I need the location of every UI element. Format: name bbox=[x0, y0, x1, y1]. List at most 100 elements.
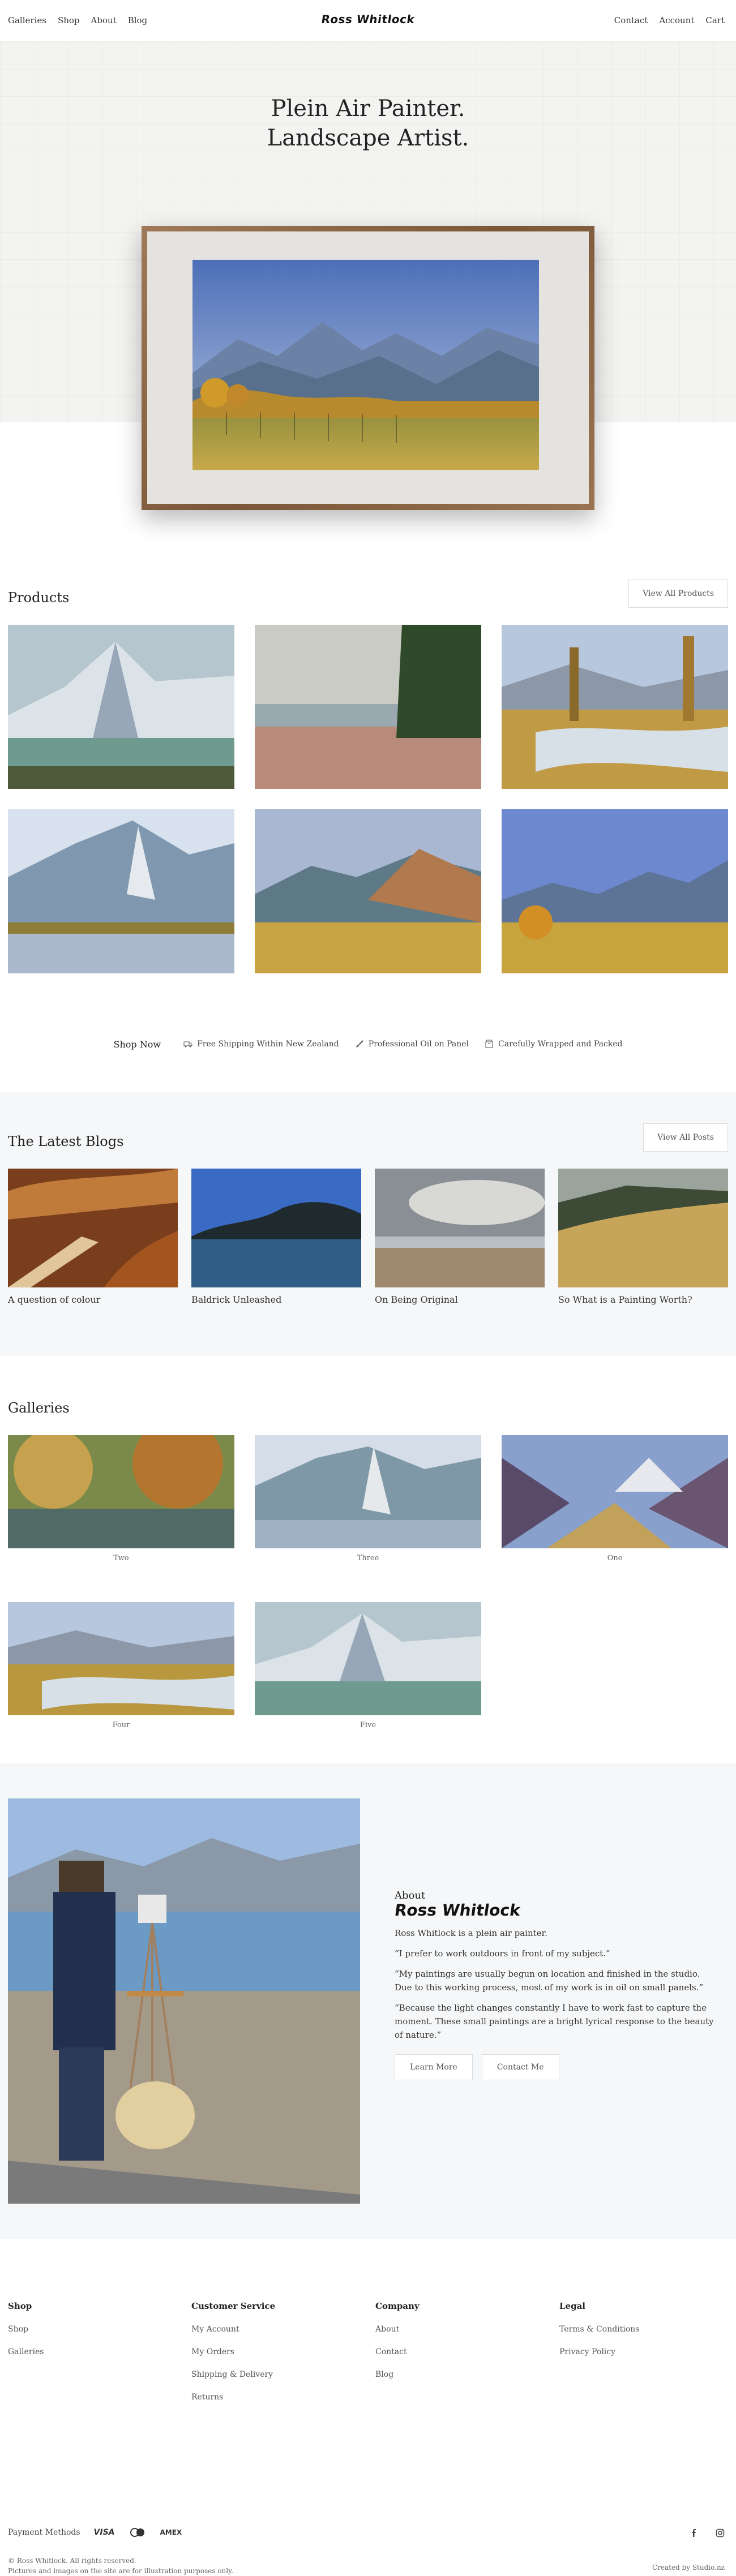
blog-card[interactable]: So What is a Painting Worth? bbox=[558, 1169, 728, 1305]
footer-link[interactable]: Terms & Conditions bbox=[559, 2325, 639, 2334]
footer-col-legal: Legal Terms & Conditions Privacy Policy bbox=[559, 2301, 639, 2370]
footer-link[interactable]: About bbox=[375, 2325, 420, 2334]
framed-painting bbox=[142, 226, 594, 510]
about-paragraph: “My paintings are usually begun on locat… bbox=[395, 1969, 704, 1993]
gallery-grid: Two Three One Four Five bbox=[8, 1435, 728, 1729]
product-grid bbox=[8, 625, 728, 973]
amex-icon: AMEX bbox=[160, 2528, 182, 2536]
footer-link[interactable]: Shipping & Delivery bbox=[191, 2370, 275, 2379]
view-all-products-button[interactable]: View All Products bbox=[628, 579, 728, 608]
shop-features-bar: Shop Now Free Shipping Within New Zealan… bbox=[0, 1013, 736, 1075]
payment-methods-label: Payment Methods bbox=[8, 2528, 80, 2537]
payment-methods: Payment Methods VISA AMEX bbox=[8, 2527, 182, 2538]
shop-now-link[interactable]: Shop Now bbox=[114, 1039, 161, 1050]
product-card[interactable] bbox=[502, 809, 728, 973]
gallery-card[interactable]: Five bbox=[255, 1602, 481, 1729]
gallery-card[interactable]: Three bbox=[255, 1435, 481, 1562]
footer-link[interactable]: Privacy Policy bbox=[559, 2347, 639, 2356]
hero-painting bbox=[192, 260, 539, 470]
footer-col-company: Company About Contact Blog bbox=[375, 2301, 420, 2393]
galleries-header: Galleries bbox=[8, 1390, 728, 1424]
site-header: Galleries Shop About Blog Ross Whitlock … bbox=[0, 0, 736, 42]
gallery-card[interactable]: Four bbox=[8, 1602, 234, 1729]
nav-about[interactable]: About bbox=[91, 15, 117, 25]
primary-nav: Galleries Shop About Blog bbox=[8, 15, 147, 25]
product-card[interactable] bbox=[255, 625, 481, 789]
brush-icon bbox=[356, 1040, 363, 1047]
gallery-image bbox=[255, 1435, 481, 1548]
product-card[interactable] bbox=[8, 625, 234, 789]
facebook-icon[interactable] bbox=[690, 2528, 699, 2538]
about-paragraph: “I prefer to work outdoors in front of m… bbox=[395, 1948, 610, 1959]
view-all-posts-button[interactable]: View All Posts bbox=[643, 1123, 728, 1152]
blog-card[interactable]: On Being Original bbox=[375, 1169, 545, 1305]
blogs-header: The Latest Blogs View All Posts bbox=[8, 1123, 728, 1157]
nav-account[interactable]: Account bbox=[659, 15, 694, 25]
painting-mat bbox=[147, 231, 589, 504]
nav-shop[interactable]: Shop bbox=[58, 15, 80, 25]
footer-link[interactable]: Contact bbox=[375, 2347, 420, 2356]
about-content: About Ross Whitlock Ross Whitlock is a p… bbox=[393, 1889, 714, 2080]
social-links bbox=[690, 2528, 725, 2538]
gallery-image bbox=[502, 1435, 728, 1548]
blog-image bbox=[558, 1169, 728, 1287]
footer-link[interactable]: Shop bbox=[8, 2325, 44, 2334]
footer-link[interactable]: My Orders bbox=[191, 2347, 275, 2356]
nav-blog[interactable]: Blog bbox=[128, 15, 147, 25]
feature-packing-label: Carefully Wrapped and Packed bbox=[498, 1040, 623, 1049]
site-footer: Shop Shop Galleries Customer Service My … bbox=[0, 2239, 736, 2575]
gallery-label: Four bbox=[112, 1721, 130, 1729]
gallery-label: Five bbox=[360, 1721, 376, 1729]
products-header: Products View All Products bbox=[8, 579, 728, 613]
blog-grid: A question of colour Baldrick Unleashed … bbox=[8, 1169, 728, 1305]
gallery-image bbox=[255, 1602, 481, 1715]
site-logo[interactable]: Ross Whitlock bbox=[320, 12, 416, 26]
hero-title-line1: Plein Air Painter. bbox=[271, 96, 465, 122]
blog-title: Baldrick Unleashed bbox=[191, 1294, 282, 1305]
products-title: Products bbox=[8, 590, 70, 606]
about-actions: Learn More Contact Me bbox=[395, 2054, 714, 2080]
blog-image bbox=[191, 1169, 361, 1287]
footer-heading: Customer Service bbox=[191, 2301, 276, 2311]
product-card[interactable] bbox=[502, 625, 728, 789]
footer-link[interactable]: My Account bbox=[191, 2325, 275, 2334]
copyright-line: © Ross Whitlock. All rights reserved. bbox=[8, 2557, 136, 2565]
galleries-title: Galleries bbox=[8, 1400, 70, 1416]
products-section: Products View All Products bbox=[0, 579, 736, 973]
artist-photo bbox=[8, 1798, 360, 2204]
product-card[interactable] bbox=[8, 809, 234, 973]
footer-link[interactable]: Blog bbox=[375, 2370, 420, 2379]
feature-oil-panel-label: Professional Oil on Panel bbox=[368, 1040, 469, 1049]
gallery-label: Two bbox=[113, 1554, 129, 1562]
footer-link[interactable]: Galleries bbox=[8, 2347, 44, 2356]
feature-packing: Carefully Wrapped and Packed bbox=[485, 1040, 623, 1049]
footer-heading: Company bbox=[375, 2301, 420, 2311]
about-paragraph: “Because the light changes constantly I … bbox=[395, 2003, 714, 2040]
learn-more-button[interactable]: Learn More bbox=[395, 2054, 473, 2080]
instagram-icon[interactable] bbox=[716, 2528, 725, 2538]
contact-me-button[interactable]: Contact Me bbox=[481, 2054, 559, 2080]
blog-card[interactable]: Baldrick Unleashed bbox=[191, 1169, 361, 1305]
blog-title: A question of colour bbox=[8, 1294, 101, 1305]
visa-icon: VISA bbox=[93, 2528, 115, 2537]
blogs-title: The Latest Blogs bbox=[8, 1134, 124, 1149]
footer-heading: Shop bbox=[8, 2301, 32, 2311]
gallery-image bbox=[8, 1435, 234, 1548]
created-by-link[interactable]: Created by Studio.nz bbox=[652, 2564, 725, 2571]
gallery-card[interactable]: Two bbox=[8, 1435, 234, 1562]
nav-cart[interactable]: Cart bbox=[705, 15, 725, 25]
about-section: About Ross Whitlock Ross Whitlock is a p… bbox=[0, 1763, 736, 2239]
nav-galleries[interactable]: Galleries bbox=[8, 15, 46, 25]
gallery-card[interactable]: One bbox=[502, 1435, 728, 1562]
truck-icon bbox=[183, 1041, 192, 1047]
blogs-section: The Latest Blogs View All Posts A questi… bbox=[0, 1092, 736, 1356]
hero-title-line2: Landscape Artist. bbox=[267, 125, 469, 151]
blog-title: On Being Original bbox=[375, 1294, 458, 1305]
product-card[interactable] bbox=[255, 809, 481, 973]
gallery-label: Three bbox=[357, 1554, 379, 1562]
mastercard-icon bbox=[130, 2528, 144, 2537]
blog-image bbox=[8, 1169, 178, 1287]
footer-link[interactable]: Returns bbox=[191, 2393, 275, 2402]
nav-contact[interactable]: Contact bbox=[614, 15, 648, 25]
blog-card[interactable]: A question of colour bbox=[8, 1169, 178, 1305]
